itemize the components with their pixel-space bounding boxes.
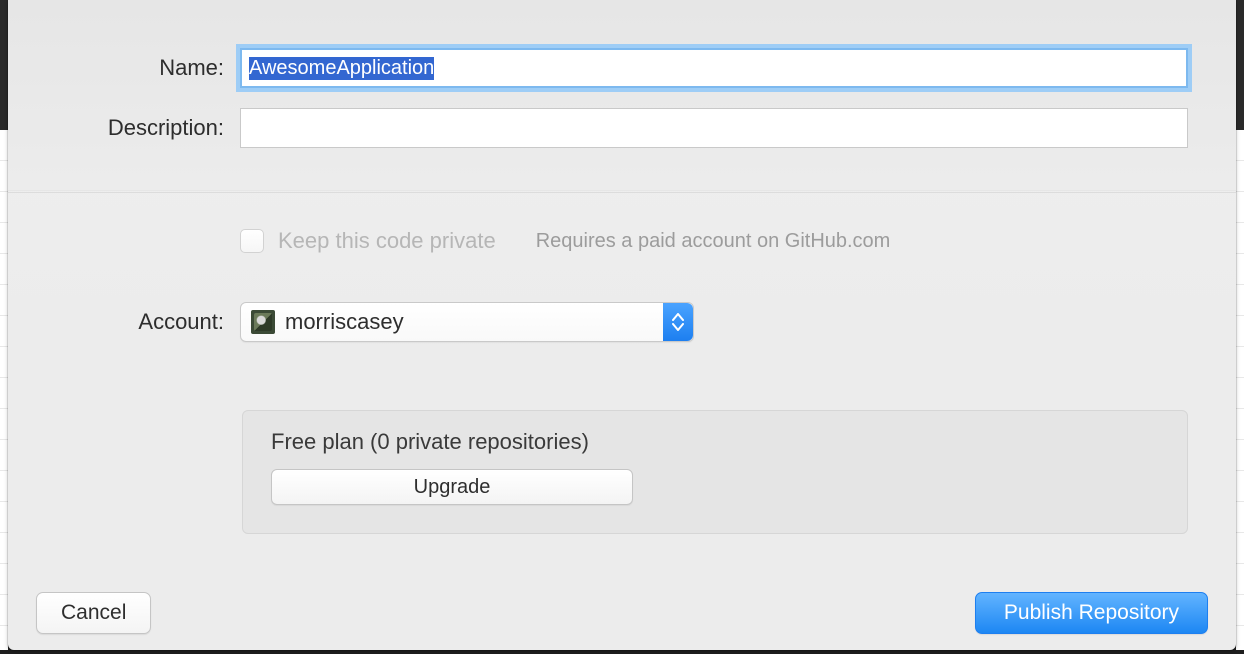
- account-label: Account:: [8, 309, 240, 335]
- keep-private-label: Keep this code private: [278, 228, 496, 254]
- cancel-button-label: Cancel: [61, 601, 126, 625]
- cancel-button[interactable]: Cancel: [36, 592, 151, 634]
- account-selected-value: morriscasey: [285, 309, 404, 335]
- parent-window-edge-right: [1236, 130, 1244, 650]
- updown-chevrons-icon[interactable]: [663, 303, 693, 341]
- keep-private-checkbox[interactable]: [240, 229, 264, 253]
- avatar-icon: [251, 310, 275, 334]
- upgrade-button-label: Upgrade: [414, 476, 491, 499]
- plan-title: Free plan (0 private repositories): [271, 429, 1159, 455]
- row-keep-private: Keep this code private Requires a paid a…: [8, 228, 1236, 254]
- description-input[interactable]: [240, 108, 1188, 148]
- publish-repository-sheet: Name: Description: Keep this code privat…: [8, 0, 1236, 650]
- plan-box: Free plan (0 private repositories) Upgra…: [242, 410, 1188, 534]
- publish-button[interactable]: Publish Repository: [975, 592, 1208, 634]
- row-description: Description:: [8, 108, 1236, 148]
- keep-private-hint: Requires a paid account on GitHub.com: [536, 230, 891, 253]
- name-label: Name:: [8, 55, 240, 81]
- account-popup[interactable]: morriscasey: [240, 302, 694, 342]
- description-label: Description:: [8, 115, 240, 141]
- row-account: Account: morriscasey: [8, 302, 1236, 342]
- row-name: Name:: [8, 48, 1236, 88]
- footer: Cancel Publish Repository: [8, 592, 1236, 634]
- form-area: Name: Description:: [8, 48, 1236, 168]
- divider: [8, 192, 1236, 193]
- upgrade-button[interactable]: Upgrade: [271, 469, 633, 505]
- parent-window-edge-left: [0, 130, 8, 650]
- name-input[interactable]: [240, 48, 1188, 88]
- publish-button-label: Publish Repository: [1004, 601, 1179, 625]
